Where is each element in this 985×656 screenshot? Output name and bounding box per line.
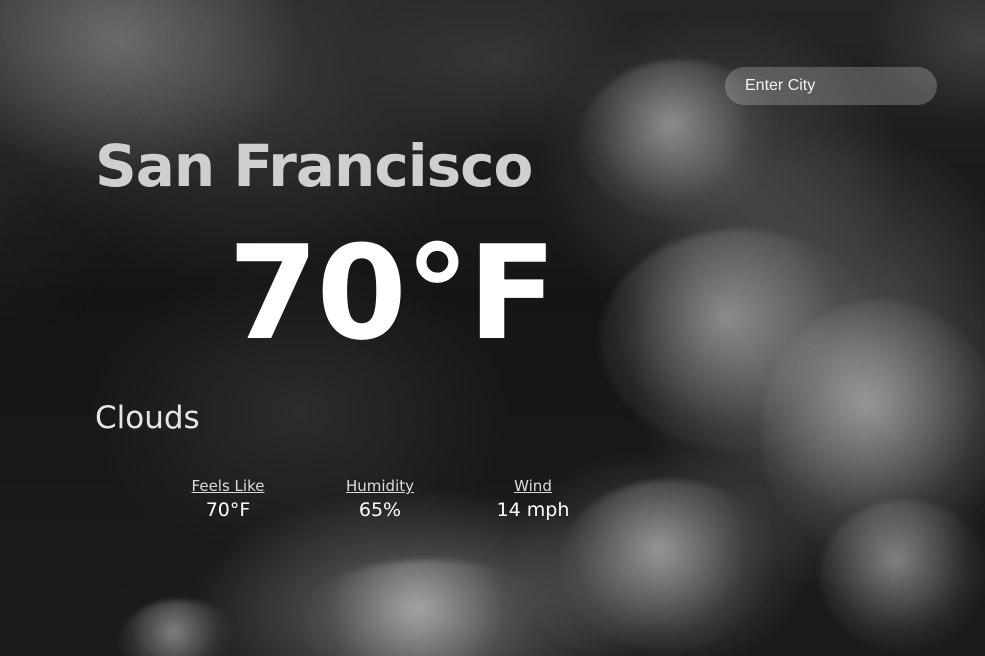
weather-condition: Clouds [95, 400, 200, 436]
weather-app-background: San Francisco 70°F Clouds Feels Like 70°… [0, 0, 985, 656]
stat-value-humidity: 65% [358, 499, 402, 521]
cloud-decoration [820, 500, 985, 650]
stat-wind: Wind 14 mph [463, 476, 603, 524]
stat-label-feels-like: Feels Like [191, 477, 265, 495]
stat-humidity: Humidity 65% [310, 476, 450, 524]
cloud-decoration [120, 600, 240, 656]
city-name: San Francisco [95, 132, 533, 200]
stat-value-feels-like: 70°F [205, 499, 251, 521]
stat-label-humidity: Humidity [345, 477, 414, 495]
cloud-decoration [300, 560, 560, 656]
stat-feels-like: Feels Like 70°F [158, 476, 298, 524]
stat-value-wind: 14 mph [496, 499, 570, 521]
stat-label-wind: Wind [514, 477, 552, 495]
cloud-decoration [600, 230, 880, 450]
current-temperature: 70°F [228, 217, 557, 369]
cloud-decoration [760, 300, 985, 560]
city-search-input[interactable] [725, 67, 937, 105]
